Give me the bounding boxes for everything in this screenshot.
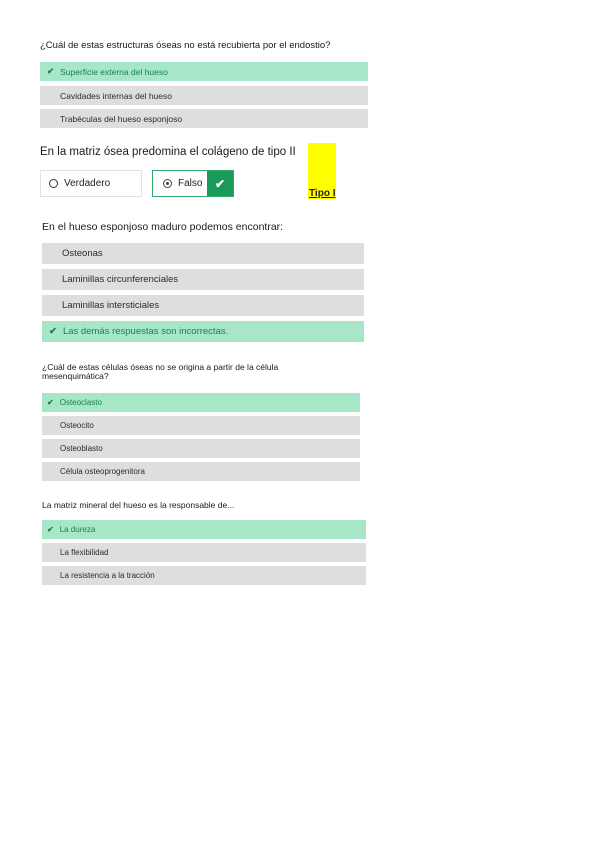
question-4: ¿Cuál de estas células óseas no se origi… (42, 362, 279, 381)
q5-option[interactable]: La flexibilidad (42, 543, 366, 562)
q5-option-correct[interactable]: ✔ La dureza (42, 520, 366, 539)
q4-option[interactable]: Osteoblasto (42, 439, 360, 458)
option-label: La resistencia a la tracción (60, 571, 155, 580)
q1-option-correct[interactable]: ✔ Superficie externa del hueso (40, 62, 368, 81)
option-label: Trabéculas del hueso esponjoso (60, 113, 183, 124)
option-label: Osteocito (60, 421, 94, 430)
option-label: Cavidades internas del hueso (60, 90, 172, 101)
check-icon: ✔ (207, 171, 233, 196)
option-label: Osteoclasto (59, 398, 102, 407)
option-label: Osteoblasto (60, 444, 103, 453)
question-2: En la matriz ósea predomina el colágeno … (40, 146, 296, 158)
option-label: Las demás respuestas son incorrectas. (62, 326, 229, 337)
option-label: Osteonas (62, 248, 103, 259)
false-option[interactable]: Falso ✔ (152, 170, 234, 197)
check-icon: ✔ (47, 525, 54, 534)
q4-option[interactable]: Osteocito (42, 416, 360, 435)
q4-option[interactable]: Célula osteoprogenitora (42, 462, 360, 481)
option-label: La dureza (59, 525, 96, 534)
true-option[interactable]: Verdadero (40, 170, 142, 197)
question-1: ¿Cuál de estas estructuras óseas no está… (40, 40, 331, 51)
true-label: Verdadero (64, 178, 111, 189)
option-label: Célula osteoprogenitora (60, 467, 145, 476)
option-label: Laminillas intersticiales (62, 300, 160, 311)
check-icon: ✔ (49, 326, 57, 337)
check-icon: ✔ (47, 398, 54, 407)
question-5: La matriz mineral del hueso es la respon… (42, 500, 235, 510)
q3-option[interactable]: Laminillas circunferenciales (42, 269, 364, 290)
radio-empty-icon (49, 179, 58, 188)
question-3: En el hueso esponjoso maduro podemos enc… (42, 221, 284, 233)
q3-option[interactable]: Laminillas intersticiales (42, 295, 364, 316)
radio-selected-icon (163, 179, 172, 188)
q3-option[interactable]: Osteonas (42, 243, 364, 264)
q5-option[interactable]: La resistencia a la tracción (42, 566, 366, 585)
q1-option[interactable]: Trabéculas del hueso esponjoso (40, 109, 368, 128)
option-label: Superficie externa del hueso (60, 66, 168, 77)
q3-option-correct[interactable]: ✔ Las demás respuestas son incorrectas. (42, 321, 364, 342)
option-label: Laminillas circunferenciales (62, 274, 179, 285)
option-label: La flexibilidad (60, 548, 109, 557)
check-icon: ✔ (47, 66, 55, 76)
handwritten-note: Tipo I (309, 188, 336, 199)
false-label: Falso (178, 178, 203, 189)
q1-option[interactable]: Cavidades internas del hueso (40, 86, 368, 105)
q4-option-correct[interactable]: ✔ Osteoclasto (42, 393, 360, 412)
